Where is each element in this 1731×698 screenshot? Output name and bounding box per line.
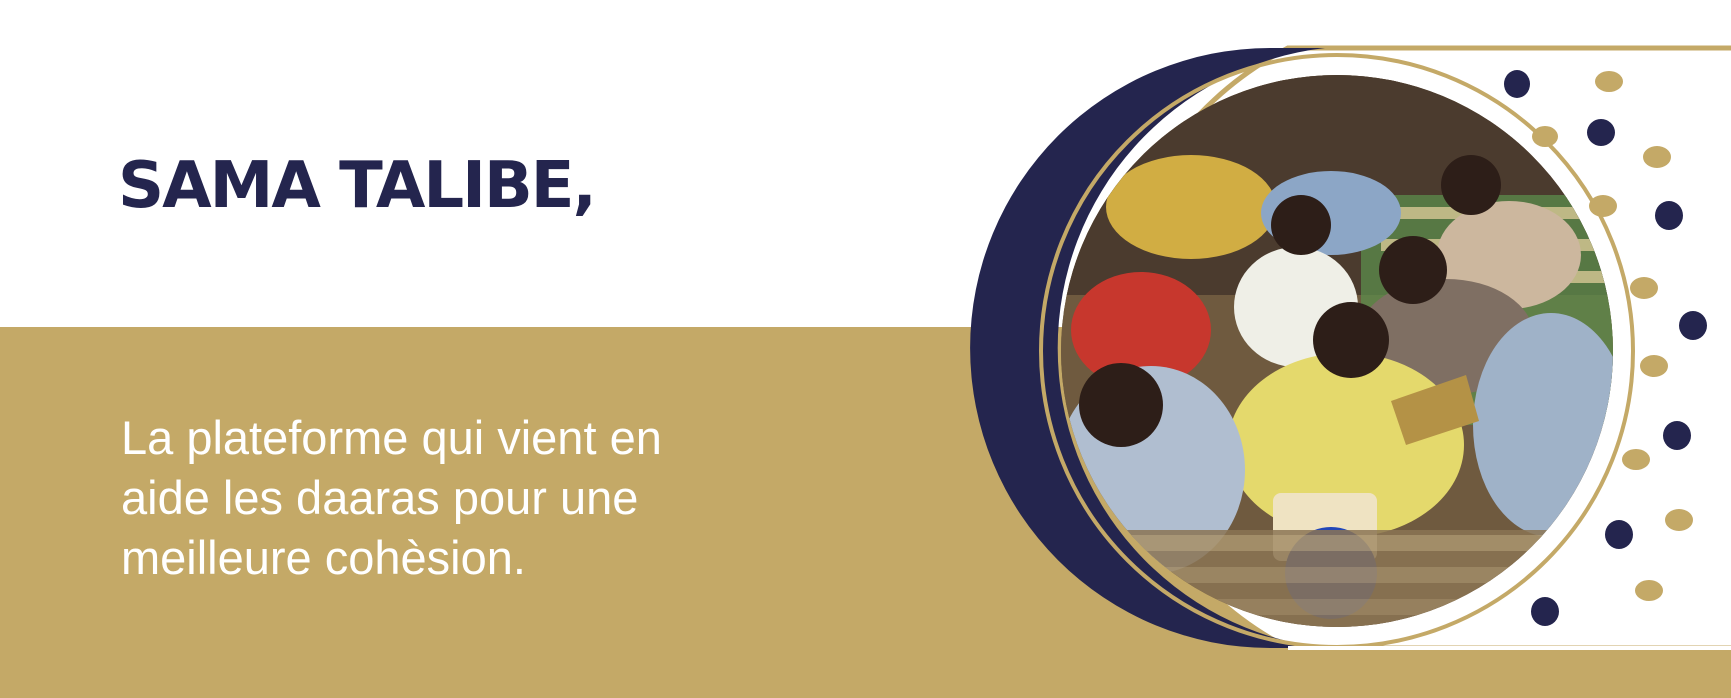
pattern-dot bbox=[1595, 71, 1623, 92]
children-reading-photo-icon bbox=[1061, 75, 1613, 627]
pattern-dot bbox=[1665, 509, 1693, 531]
pattern-dot bbox=[1635, 580, 1663, 601]
pattern-dot bbox=[1622, 449, 1650, 470]
pattern-dot bbox=[1504, 70, 1530, 98]
pattern-dot bbox=[1630, 277, 1658, 299]
pattern-dot bbox=[1643, 146, 1671, 168]
pattern-dot bbox=[1663, 421, 1691, 450]
decorative-visual bbox=[0, 0, 1731, 698]
pattern-dot bbox=[1532, 126, 1558, 147]
pattern-dot bbox=[1531, 597, 1559, 626]
pattern-dot bbox=[1679, 311, 1707, 340]
pattern-dot bbox=[1589, 195, 1617, 217]
tagline: La plateforme qui vient en aide les daar… bbox=[121, 411, 662, 584]
page-title: SAMA TALIBE, bbox=[118, 149, 597, 223]
pattern-dot bbox=[1587, 119, 1615, 146]
pattern-dot bbox=[1605, 520, 1633, 549]
hero-banner: SAMA TALIBE, La plateforme qui vient en … bbox=[0, 0, 1731, 698]
pattern-dot bbox=[1640, 355, 1668, 377]
pattern-dot bbox=[1655, 201, 1683, 230]
